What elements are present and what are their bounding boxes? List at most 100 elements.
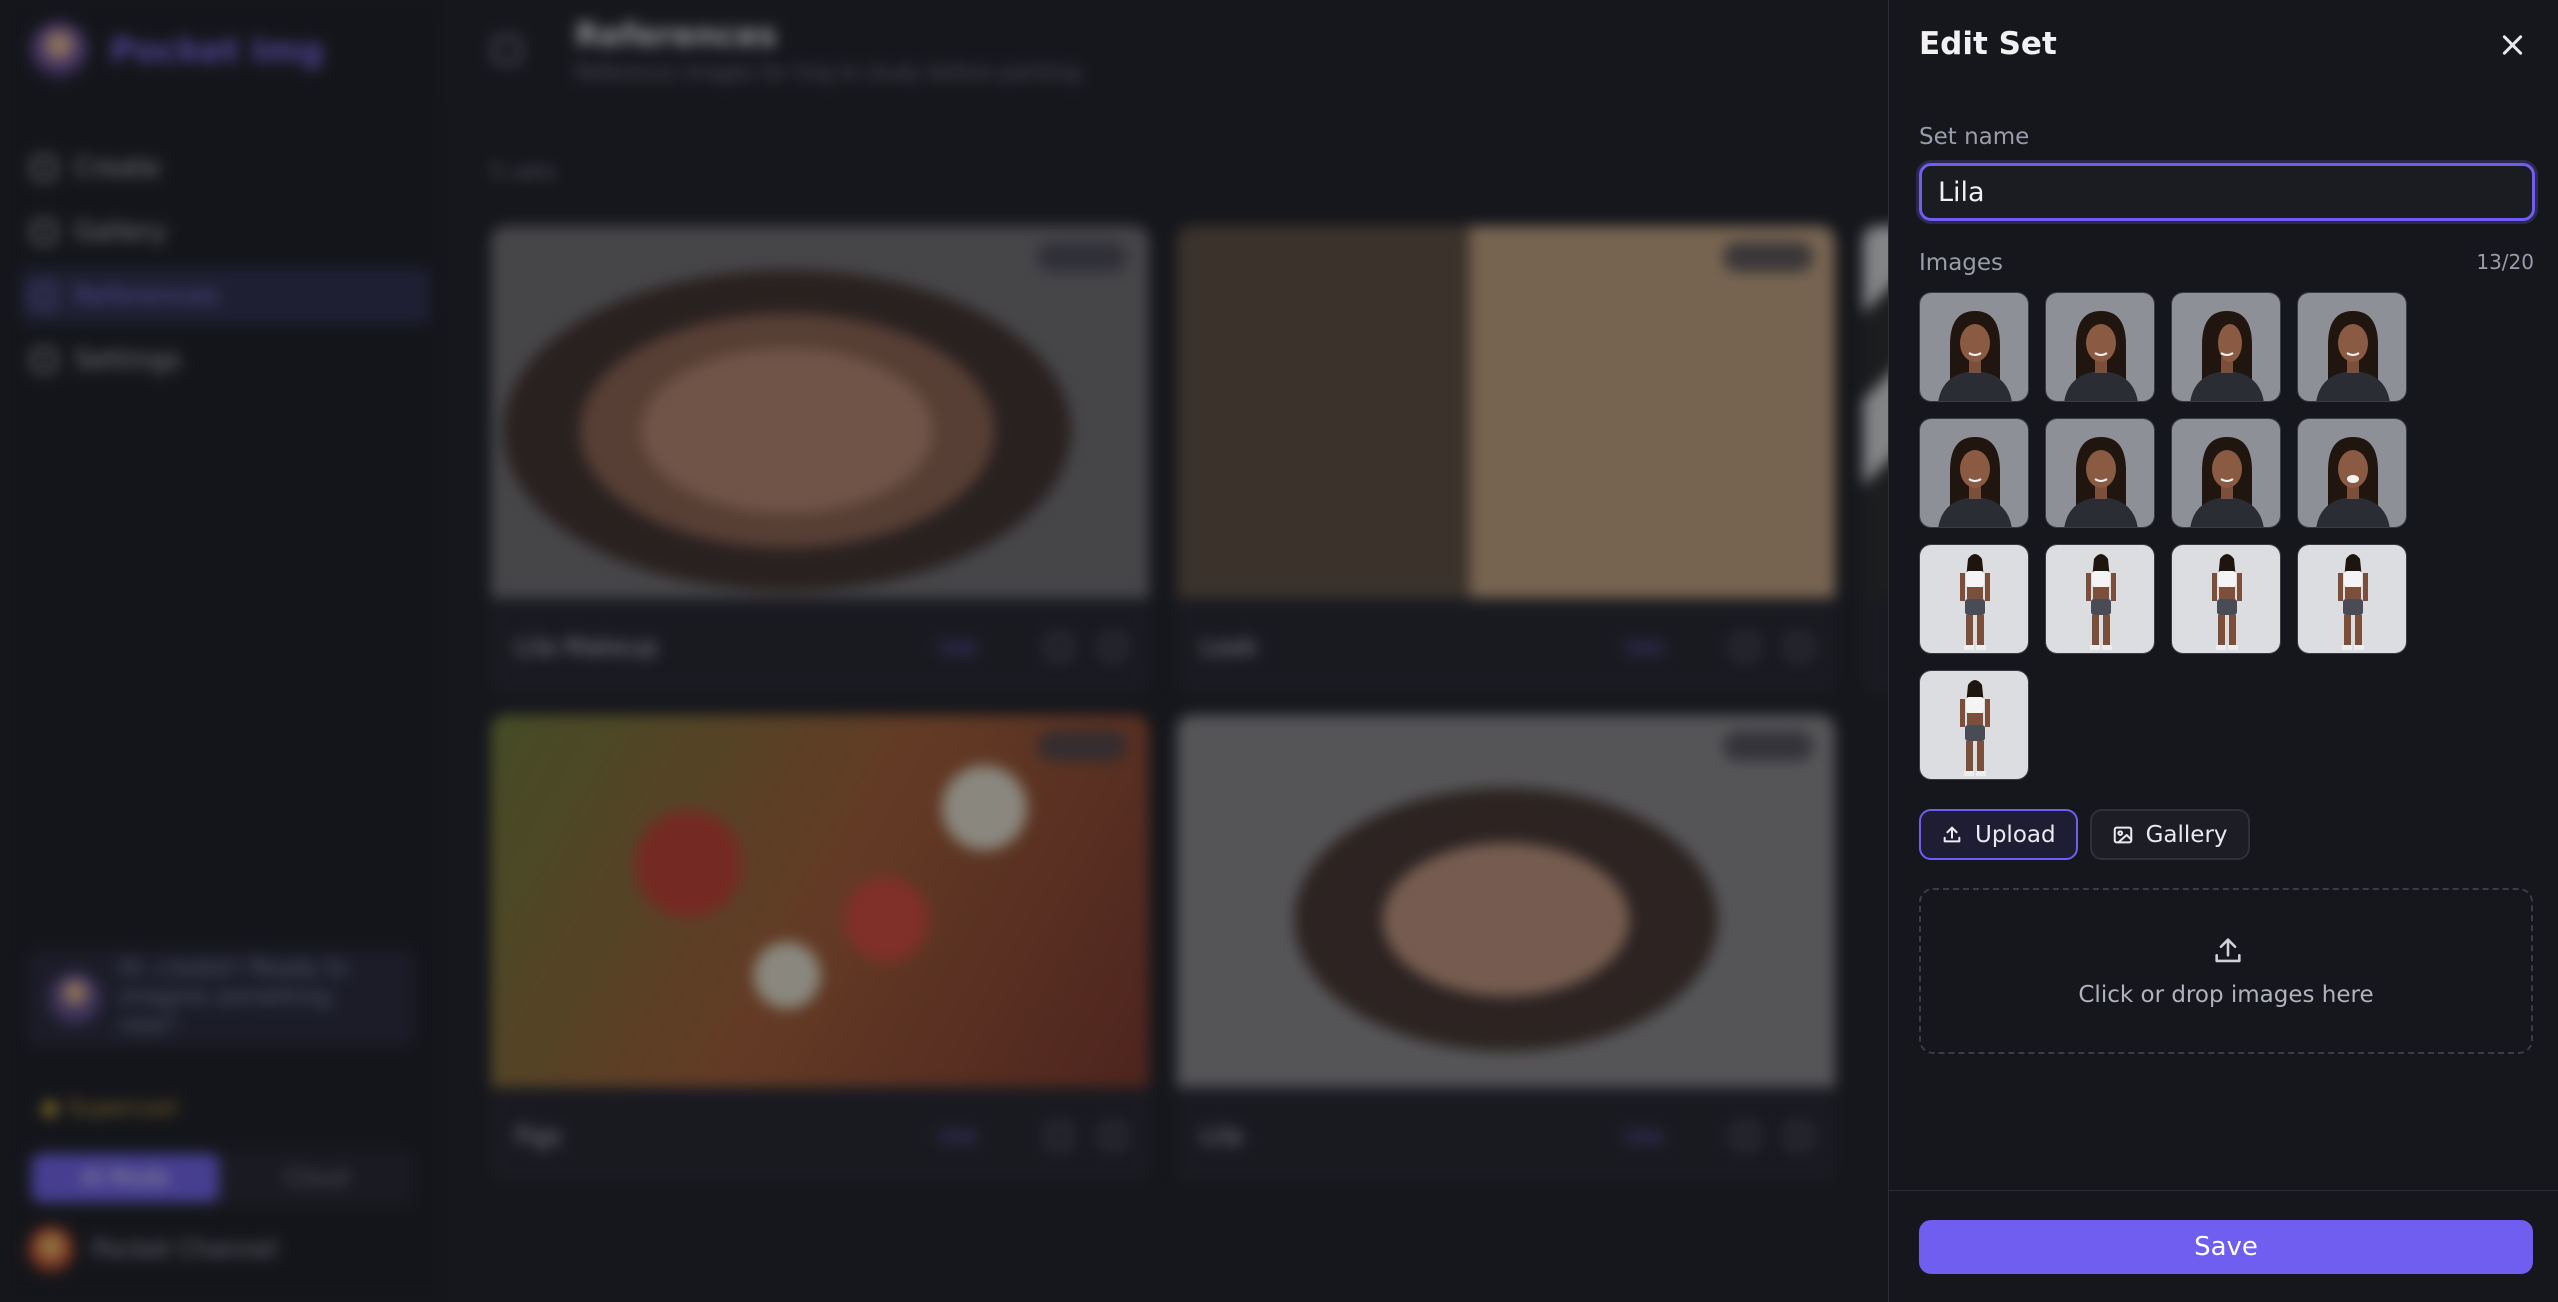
card-image [1177,715,1835,1087]
image-thumbnail[interactable] [2297,544,2407,654]
references-icon [32,284,56,308]
reference-card[interactable]: Look Use [1176,225,1836,695]
brand-logo [30,22,88,80]
edit-icon[interactable] [1047,635,1071,659]
portrait-profile-image [2172,293,2280,401]
image-thumbnail[interactable] [1919,544,2029,654]
use-button[interactable]: Use [1626,635,1663,659]
plan-dot-icon [42,1100,58,1117]
card-footer: Lila Use [1177,1087,1835,1183]
source-buttons: Upload Gallery [1919,809,2250,860]
full-body-image [2046,545,2154,653]
image-thumbnail[interactable] [1919,292,2029,402]
sidebar-item-label: Settings [74,345,181,375]
sidebar-item-create[interactable]: Create [20,140,430,196]
sidebar: Pocket Img Create Gallery References Set… [0,0,448,1302]
image-thumbnail[interactable] [2171,544,2281,654]
sidebar-item-references[interactable]: References [20,268,430,324]
image-thumbnail[interactable] [2297,418,2407,528]
user-profile[interactable]: Pocket Channel [28,1226,414,1272]
card-footer: Look Use [1177,598,1835,694]
reference-card[interactable]: Lila Use [1176,714,1836,1184]
edit-icon[interactable] [1733,635,1757,659]
reference-card[interactable]: Figs Use [490,714,1150,1184]
full-body-image [1920,545,2028,653]
use-button[interactable]: Use [940,635,977,659]
mode-toggle: AI Mode Cloud [28,1150,414,1206]
user-name: Pocket Channel [92,1235,277,1263]
portrait-laugh-image [2298,419,2406,527]
upload-icon [1943,826,1961,842]
image-dropzone[interactable]: Click or drop images here [1919,888,2533,1054]
delete-icon[interactable] [1787,1124,1811,1148]
sidebar-item-label: Create [74,153,161,183]
image-thumbnail[interactable] [2171,418,2281,528]
upload-button[interactable]: Upload [1919,809,2078,860]
use-button[interactable]: Use [1626,1124,1663,1148]
full-body-image [1920,671,2028,779]
set-count: 5 sets [490,160,557,185]
page-title: References [575,16,777,54]
promo-card[interactable]: Hi, creator! Ready to imagine something … [28,950,414,1046]
footer-divider [1889,1190,2558,1191]
settings-icon [32,348,56,372]
image-thumbnail[interactable] [2297,292,2407,402]
mode-cloud-button[interactable]: Cloud [223,1154,410,1202]
card-name: Lila [1201,1122,1243,1150]
full-body-side-image [2172,545,2280,653]
card-footer: Lila Makeup Use [491,598,1149,694]
sidebar-item-settings[interactable]: Settings [20,332,430,388]
card-badge [1037,731,1127,761]
create-icon [32,156,56,180]
delete-icon[interactable] [1787,635,1811,659]
mascot-avatar [49,972,101,1024]
image-thumbnail[interactable] [2045,418,2155,528]
brand[interactable]: Pocket Img [30,22,324,80]
upload-label: Upload [1975,821,2056,848]
image-thumbnails [1919,292,2419,780]
image-thumbnail[interactable] [2171,292,2281,402]
card-badge [1723,242,1813,272]
portrait-image [1920,293,2028,401]
image-thumbnail[interactable] [2045,544,2155,654]
gallery-label: Gallery [2145,821,2228,848]
promo-text: Hi, creator! Ready to imagine something … [119,956,348,1039]
card-footer: Figs Use [491,1087,1149,1183]
reference-card[interactable]: Lila Makeup Use [490,225,1150,695]
sidebar-item-label: Gallery [74,217,167,247]
sidebar-nav: Create Gallery References Settings [20,140,430,396]
close-icon[interactable] [2497,30,2527,60]
delete-icon[interactable] [1101,1124,1125,1148]
dropzone-upload-icon [2215,938,2241,963]
set-name-input[interactable] [1919,163,2535,221]
full-body-back-image [2298,545,2406,653]
plan-badge: Supercool [42,1096,177,1121]
use-button[interactable]: Use [940,1124,977,1148]
image-thumbnail[interactable] [2045,292,2155,402]
edit-icon[interactable] [1733,1124,1757,1148]
card-badge [1723,731,1813,761]
avatar [28,1226,74,1272]
card-name: Lila Makeup [515,633,658,661]
mode-ai-button[interactable]: AI Mode [32,1154,219,1202]
edit-set-panel: Edit Set Set name Images 13/20 Upload Ga… [1888,0,2558,1302]
edit-icon[interactable] [1047,1124,1071,1148]
sidebar-item-gallery[interactable]: Gallery [20,204,430,260]
brand-name: Pocket Img [110,31,324,71]
page-subtitle: Reference images for Img to study before… [575,60,1081,84]
gallery-nav-icon [32,220,56,244]
gallery-button[interactable]: Gallery [2089,809,2250,860]
images-count: 13/20 [2476,250,2534,274]
portrait-image [2298,293,2406,401]
sidebar-toggle-icon[interactable] [493,36,521,64]
portrait-image [2046,293,2154,401]
save-button[interactable]: Save [1919,1220,2533,1274]
image-thumbnail[interactable] [1919,418,2029,528]
topbar: References Reference images for Img to s… [449,0,1888,100]
dropzone-text: Click or drop images here [2078,982,2374,1008]
card-image [491,226,1149,598]
set-name-label: Set name [1919,124,2030,150]
image-thumbnail[interactable] [1919,670,2029,780]
plan-label: Supercool [68,1096,178,1121]
delete-icon[interactable] [1101,635,1125,659]
